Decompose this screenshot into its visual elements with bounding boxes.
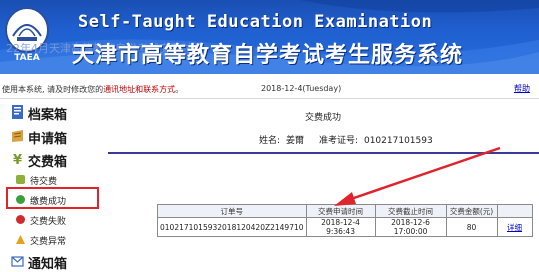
table-row: 0102171015932018120420Z2149710 2018-12-4…	[157, 217, 533, 237]
application-box-icon	[12, 130, 23, 142]
sidebar-item-failed[interactable]: 交费失败	[6, 211, 100, 228]
sidebar-section-application[interactable]: 申请箱	[0, 125, 101, 147]
pending-icon	[16, 175, 25, 184]
col-header-order-no: 订单号	[157, 204, 307, 218]
page-title: 交费成功	[305, 113, 342, 123]
sidebar-section-archive[interactable]: 档案箱	[0, 101, 101, 123]
failed-icon	[16, 215, 25, 224]
name-label: 姓名:	[259, 136, 281, 146]
sidebar-section-notice[interactable]: 通知箱	[0, 250, 101, 272]
file-box-icon	[12, 105, 23, 119]
highlight-box	[6, 187, 99, 209]
cell-order-no: 0102171015932018120420Z2149710	[157, 217, 307, 237]
header-banner: TAEA Self-Taught Education Examination 2…	[0, 0, 539, 74]
id-value: 010217101593	[363, 136, 433, 146]
notice-box-icon	[11, 256, 24, 267]
col-header-action	[496, 204, 533, 218]
sidebar-section-label: 档案箱	[28, 108, 68, 123]
sidebar-section-label: 申请箱	[28, 132, 68, 147]
fee-table: 订单号 交费申请时间 交费截止时间 交费金额(元) 01021710159320…	[157, 204, 533, 237]
abnormal-icon	[16, 235, 25, 244]
sidebar-item-abnormal[interactable]: 交费异常	[6, 231, 100, 248]
title-chinese: 天津市高等教育自学考试考生服务系统	[72, 43, 464, 68]
sidebar-item-pending[interactable]: 待交费	[6, 171, 100, 188]
table-header-row: 订单号 交费申请时间 交费截止时间 交费金额(元)	[157, 204, 533, 218]
help-link[interactable]: 帮助	[514, 83, 530, 94]
cell-apply-time: 2018-12-4 9:36:43	[305, 217, 376, 237]
sidebar-section-label: 通知箱	[28, 257, 68, 272]
id-label: 准考证号:	[318, 136, 358, 146]
sidebar-item-label: 交费异常	[30, 237, 67, 247]
notice-text: 使用本系统, 请及时修改您的通讯地址和联系方式。	[2, 84, 183, 95]
title-english: Self-Taught Education Examination	[78, 12, 433, 32]
col-header-deadline: 交费截止时间	[374, 204, 447, 218]
detail-link[interactable]: 详细	[496, 217, 533, 237]
info-bar: 使用本系统, 请及时修改您的通讯地址和联系方式。 2018-12-4(Tuesd…	[0, 80, 539, 99]
cell-amount: 80	[445, 217, 498, 237]
sidebar-item-label: 待交费	[30, 177, 58, 187]
candidate-info: 姓名: 姜爾 准考证号: 010217101593	[259, 133, 439, 146]
cell-deadline: 2018-12-6 17:00:00	[374, 217, 447, 237]
col-header-apply-time: 交费申请时间	[305, 204, 376, 218]
notice-link-address[interactable]: 通讯地址和联系方式	[103, 85, 175, 94]
name-value: 姜爾	[286, 136, 305, 146]
col-header-amount: 交费金额(元)	[445, 204, 498, 218]
fee-box-icon: ¥	[13, 153, 22, 166]
current-date: 2018-12-4(Tuesday)	[261, 84, 342, 93]
notice-prefix: 使用本系统, 请及时修改您的	[2, 85, 104, 94]
content-divider	[108, 152, 539, 154]
notice-suffix: 。	[175, 85, 184, 94]
sidebar-item-label: 交费失败	[30, 217, 67, 227]
svg-text:¥: ¥	[13, 153, 22, 166]
sidebar-section-fee[interactable]: ¥ 交费箱	[0, 148, 101, 170]
sidebar-section-label: 交费箱	[28, 155, 68, 170]
